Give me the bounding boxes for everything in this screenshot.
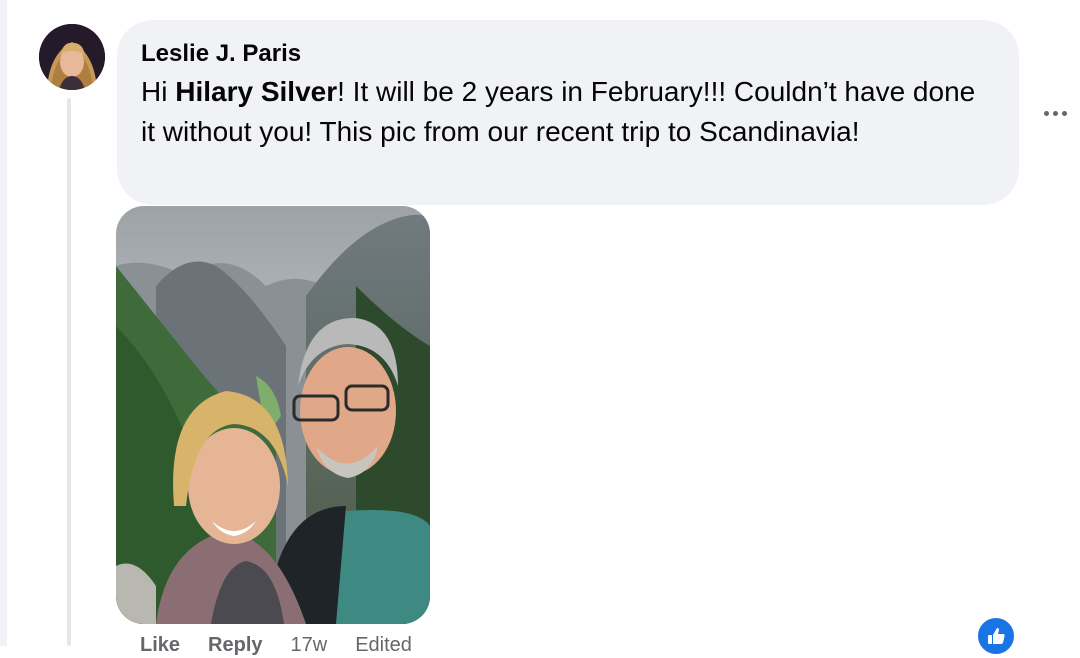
comment-text: Hi Hilary Silver! It will be 2 years in … bbox=[141, 72, 991, 152]
comment-actions: Like Reply 17w Edited bbox=[140, 634, 440, 658]
dot bbox=[1052, 110, 1058, 116]
like-link[interactable]: Like bbox=[140, 634, 180, 656]
comment-author-name[interactable]: Leslie J. Paris bbox=[141, 40, 301, 68]
reply-thread-line bbox=[67, 98, 71, 646]
reply-link[interactable]: Reply bbox=[208, 634, 262, 656]
author-avatar[interactable] bbox=[39, 24, 105, 90]
mention-link[interactable]: Hilary Silver bbox=[175, 76, 337, 107]
more-options-icon[interactable] bbox=[1038, 100, 1072, 126]
comment-timestamp[interactable]: 17w bbox=[291, 634, 328, 656]
thumbs-up-icon[interactable] bbox=[975, 615, 1017, 657]
edited-label: Edited bbox=[355, 634, 412, 656]
attached-photo[interactable] bbox=[116, 206, 430, 624]
comment-text-start: Hi bbox=[141, 76, 176, 107]
left-panel-edge bbox=[0, 0, 7, 646]
thumbs-up-glyph bbox=[988, 628, 1005, 644]
comment-bubble: Leslie J. Paris Hi Hilary Silver! It wil… bbox=[117, 20, 1019, 205]
dot bbox=[1043, 110, 1049, 116]
dot bbox=[1061, 110, 1067, 116]
